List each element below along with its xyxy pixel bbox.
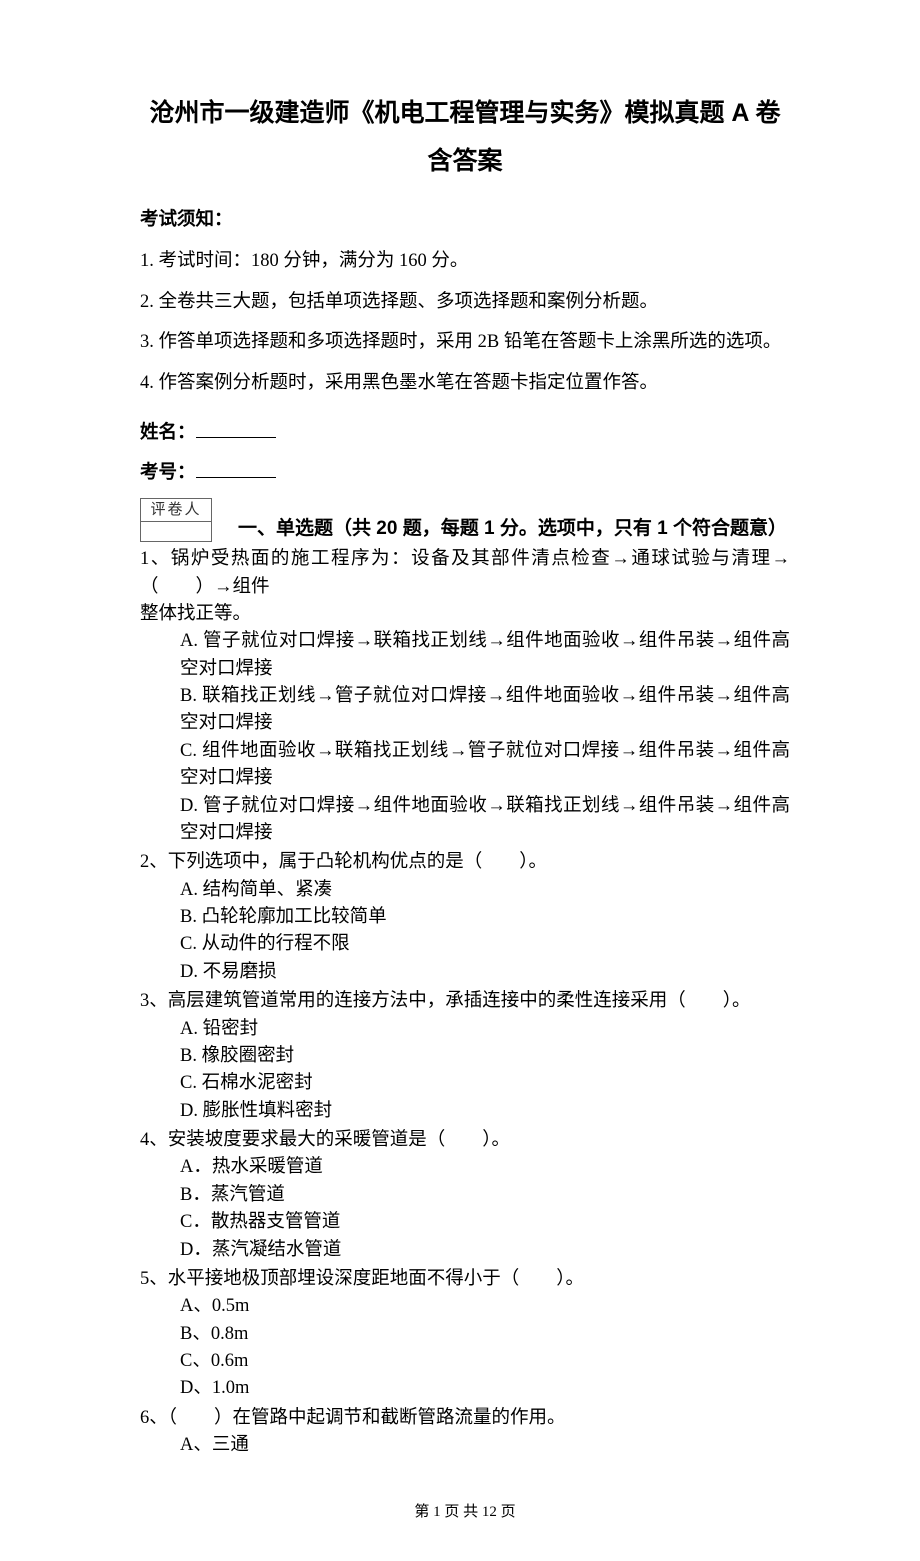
q4-opt-a: A．热水采暖管道 — [140, 1154, 790, 1181]
q5-stem: 5、水平接地极顶部埋设深度距地面不得小于（ ）。 — [140, 1266, 790, 1293]
q2-opt-b: B. 凸轮轮廓加工比较简单 — [140, 904, 790, 931]
section1-heading: 一、单选题（共 20 题，每题 1 分。选项中，只有 1 个符合题意） — [238, 514, 787, 544]
question-1: 1、锅炉受热面的施工程序为：设备及其部件清点检查→通球试验与清理→（ ）→组件 … — [140, 546, 790, 847]
notice-item-3: 3. 作答单项选择题和多项选择题时，采用 2B 铅笔在答题卡上涂黑所选的选项。 — [140, 322, 790, 363]
q2-stem: 2、下列选项中，属于凸轮机构优点的是（ ）。 — [140, 849, 790, 876]
page-container: 沧州市一级建造师《机电工程管理与实务》模拟真题 A 卷 含答案 考试须知： 1.… — [0, 0, 920, 1561]
exam-no-blank — [196, 477, 276, 478]
q5-opt-c: C、0.6m — [140, 1348, 790, 1375]
q1-opt-b: B. 联箱找正划线→管子就位对口焊接→组件地面验收→组件吊装→组件高空对口焊接 — [140, 683, 790, 738]
name-label: 姓名： — [140, 423, 196, 443]
notice-item-2: 2. 全卷共三大题，包括单项选择题、多项选择题和案例分析题。 — [140, 282, 790, 323]
q1-opt-d: D. 管子就位对口焊接→组件地面验收→联箱找正划线→组件吊装→组件高空对口焊接 — [140, 793, 790, 848]
exam-no-field: 考号： — [140, 458, 790, 484]
q2-opt-c: C. 从动件的行程不限 — [140, 931, 790, 958]
q5-opt-b: B、0.8m — [140, 1321, 790, 1348]
notice-item-4: 4. 作答案例分析题时，采用黑色墨水笔在答题卡指定位置作答。 — [140, 363, 790, 404]
q3-opt-b: B. 橡胶圈密封 — [140, 1043, 790, 1070]
q2-opt-a: A. 结构简单、紧凑 — [140, 877, 790, 904]
q4-opt-b: B．蒸汽管道 — [140, 1182, 790, 1209]
section-row: 一、单选题（共 20 题，每题 1 分。选项中，只有 1 个符合题意） — [140, 514, 790, 544]
q3-opt-d: D. 膨胀性填料密封 — [140, 1098, 790, 1125]
q6-stem: 6、（ ）在管路中起调节和截断管路流量的作用。 — [140, 1405, 790, 1432]
doc-title-line1: 沧州市一级建造师《机电工程管理与实务》模拟真题 A 卷 — [140, 90, 790, 138]
grader-label: 评卷人 — [141, 499, 211, 522]
q1-opt-a: A. 管子就位对口焊接→联箱找正划线→组件地面验收→组件吊装→组件高空对口焊接 — [140, 628, 790, 683]
q1-opt-c: C. 组件地面验收→联箱找正划线→管子就位对口焊接→组件吊装→组件高空对口焊接 — [140, 738, 790, 793]
question-2: 2、下列选项中，属于凸轮机构优点的是（ ）。 A. 结构简单、紧凑 B. 凸轮轮… — [140, 849, 790, 986]
q3-stem: 3、高层建筑管道常用的连接方法中，承插连接中的柔性连接采用（ ）。 — [140, 988, 790, 1015]
q2-opt-d: D. 不易磨损 — [140, 959, 790, 986]
q3-opt-a: A. 铅密封 — [140, 1016, 790, 1043]
grader-box: 评卷人 — [140, 498, 212, 542]
q5-opt-d: D、1.0m — [140, 1375, 790, 1402]
notice-item-1: 1. 考试时间：180 分钟，满分为 160 分。 — [140, 241, 790, 282]
q4-stem: 4、安装坡度要求最大的采暖管道是（ ）。 — [140, 1127, 790, 1154]
page-footer: 第 1 页 共 12 页 — [140, 1500, 790, 1521]
q6-opt-a: A、三通 — [140, 1432, 790, 1459]
q1-stem-l1: 1、锅炉受热面的施工程序为：设备及其部件清点检查→通球试验与清理→（ ）→组件 — [140, 546, 790, 601]
question-3: 3、高层建筑管道常用的连接方法中，承插连接中的柔性连接采用（ ）。 A. 铅密封… — [140, 988, 790, 1125]
question-6: 6、（ ）在管路中起调节和截断管路流量的作用。 A、三通 — [140, 1405, 790, 1460]
q4-opt-d: D．蒸汽凝结水管道 — [140, 1237, 790, 1264]
q5-opt-a: A、0.5m — [140, 1293, 790, 1320]
q1-stem-l2: 整体找正等。 — [140, 601, 790, 628]
q4-opt-c: C．散热器支管管道 — [140, 1209, 790, 1236]
doc-title-line2: 含答案 — [140, 138, 790, 186]
notice-heading: 考试须知： — [140, 205, 790, 231]
exam-no-label: 考号： — [140, 463, 196, 483]
q3-opt-c: C. 石棉水泥密封 — [140, 1070, 790, 1097]
name-field: 姓名： — [140, 418, 790, 444]
question-5: 5、水平接地极顶部埋设深度距地面不得小于（ ）。 A、0.5m B、0.8m C… — [140, 1266, 790, 1403]
name-blank — [196, 437, 276, 438]
question-4: 4、安装坡度要求最大的采暖管道是（ ）。 A．热水采暖管道 B．蒸汽管道 C．散… — [140, 1127, 790, 1264]
